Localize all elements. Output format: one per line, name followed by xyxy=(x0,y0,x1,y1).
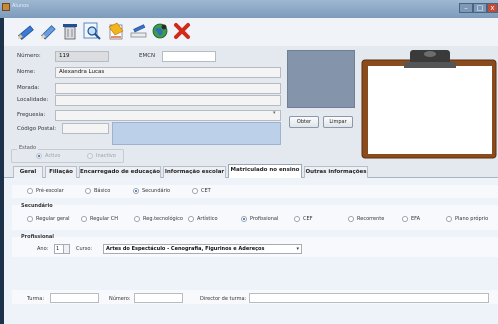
web-button[interactable] xyxy=(150,21,170,41)
trash-icon xyxy=(63,24,77,40)
edit-button[interactable] xyxy=(38,21,58,41)
clipboard-illustration xyxy=(361,50,497,159)
obter-button[interactable]: Obter xyxy=(289,116,319,128)
codigo-postal-label: Código Postal: xyxy=(17,126,57,132)
reg-tecnologico-label: Reg.tecnológico xyxy=(143,216,183,222)
pre-escolar-label: Pré-escolar xyxy=(36,188,64,194)
pencil-button[interactable] xyxy=(16,21,36,41)
estado-activo-label: Activo xyxy=(45,153,61,159)
search-icon xyxy=(83,22,101,40)
window-titlebar xyxy=(0,0,498,18)
pre-escolar-radio[interactable] xyxy=(27,188,33,194)
estado-group-title: Estado xyxy=(17,145,39,151)
pencil-icon xyxy=(18,25,34,41)
edit-pencil-icon xyxy=(41,25,56,40)
morada-label: Morada: xyxy=(17,85,40,91)
secundario-label: Secundário xyxy=(142,188,171,194)
freguesia-label: Freguesia: xyxy=(17,112,46,118)
minimize-button[interactable]: – xyxy=(459,3,473,13)
emcn-label: EMCN xyxy=(139,53,156,59)
estado-activo-radio[interactable] xyxy=(36,153,42,159)
tab-geral[interactable]: Geral xyxy=(13,166,43,178)
efa-label: EFA xyxy=(411,216,420,222)
basico-radio[interactable] xyxy=(85,188,91,194)
plano-proprio-label: Plano próprio xyxy=(455,216,489,222)
photo-frame xyxy=(287,50,355,108)
curso-value: Artes do Espectáculo - Cenografia, Figur… xyxy=(106,246,265,252)
director-label: Director de turma: xyxy=(200,296,247,302)
reg-tecnologico-radio[interactable] xyxy=(134,216,140,222)
ano-stepper-buttons[interactable] xyxy=(63,245,69,253)
numero-label: Número: xyxy=(17,53,41,59)
search-button[interactable] xyxy=(82,21,102,41)
profissional-radio[interactable] xyxy=(241,216,247,222)
write-button[interactable] xyxy=(128,21,148,41)
freguesia-select[interactable] xyxy=(55,110,281,121)
limpar-button[interactable]: Limpar xyxy=(323,116,353,128)
new-button[interactable] xyxy=(106,21,126,41)
curso-label: Curso: xyxy=(76,246,93,252)
nome-label: Nome: xyxy=(17,69,36,75)
plano-proprio-radio[interactable] xyxy=(446,216,452,222)
morada-field[interactable] xyxy=(55,83,281,94)
emcn-field[interactable] xyxy=(162,51,216,62)
ano-stepper[interactable]: 1 xyxy=(54,244,70,254)
recorrente-radio[interactable] xyxy=(348,216,354,222)
profissional-label: Profissional xyxy=(250,216,279,222)
globe-icon xyxy=(152,23,168,39)
artistico-label: Artístico xyxy=(197,216,218,222)
recorrente-label: Recorrente xyxy=(357,216,385,222)
window-title: Alunos xyxy=(12,3,29,9)
app-icon xyxy=(2,3,10,11)
chevron-down-icon: ▾ xyxy=(296,246,299,252)
curso-select[interactable]: Artes do Espectáculo - Cenografia, Figur… xyxy=(103,244,302,254)
regular-ch-radio[interactable] xyxy=(81,216,87,222)
profissional-group-title: Profissional xyxy=(20,234,56,240)
turma-field[interactable] xyxy=(50,293,99,303)
bottom-numero-label: Número: xyxy=(109,296,131,302)
tab-outras-informacoes[interactable]: Outras informações xyxy=(304,166,368,178)
estado-inactivo-radio[interactable] xyxy=(87,153,93,159)
regular-ch-label: Regular CH xyxy=(90,216,119,222)
tab-filiacao[interactable]: Filiação xyxy=(45,166,77,178)
regular-geral-label: Regular geral xyxy=(36,216,70,222)
nome-field[interactable]: Alexandra Lucas xyxy=(55,67,281,78)
delete-button[interactable] xyxy=(172,21,192,41)
tab-encarregado[interactable]: Encarregado de educação xyxy=(79,166,161,178)
delete-x-icon xyxy=(174,23,190,39)
secundario-group-title: Secundário xyxy=(20,203,54,209)
estado-inactivo-label: Inactivo xyxy=(96,153,116,159)
codigo-postal-detail-box xyxy=(112,122,281,145)
turma-label: Turma: xyxy=(27,296,45,302)
remove-button[interactable] xyxy=(60,21,80,41)
bottom-numero-field[interactable] xyxy=(134,293,183,303)
director-field[interactable] xyxy=(249,293,489,303)
ano-label: Ano: xyxy=(37,246,49,252)
new-document-icon xyxy=(108,22,124,40)
regular-geral-radio[interactable] xyxy=(27,216,33,222)
tab-matriculado[interactable]: Matriculado no ensino xyxy=(228,164,302,179)
localidade-field[interactable] xyxy=(55,95,281,106)
secundario-radio[interactable] xyxy=(133,188,139,194)
codigo-postal-field[interactable] xyxy=(62,123,109,134)
maximize-button[interactable]: □ xyxy=(473,3,487,13)
tab-informacao-escolar[interactable]: Informação escolar xyxy=(163,166,226,178)
ano-value: 1 xyxy=(56,246,60,252)
basico-label: Básico xyxy=(94,188,111,194)
chevron-down-icon[interactable]: ▾ xyxy=(273,110,276,116)
cet-radio[interactable] xyxy=(192,188,198,194)
efa-radio[interactable] xyxy=(402,216,408,222)
cef-label: CEF xyxy=(303,216,313,222)
numero-field[interactable]: 119 xyxy=(55,51,109,62)
close-window-button[interactable]: x xyxy=(487,3,498,13)
cef-radio[interactable] xyxy=(294,216,300,222)
cet-label: CET xyxy=(201,188,211,194)
write-icon xyxy=(130,24,147,38)
localidade-label: Localidade: xyxy=(17,97,49,103)
artistico-radio[interactable] xyxy=(188,216,194,222)
